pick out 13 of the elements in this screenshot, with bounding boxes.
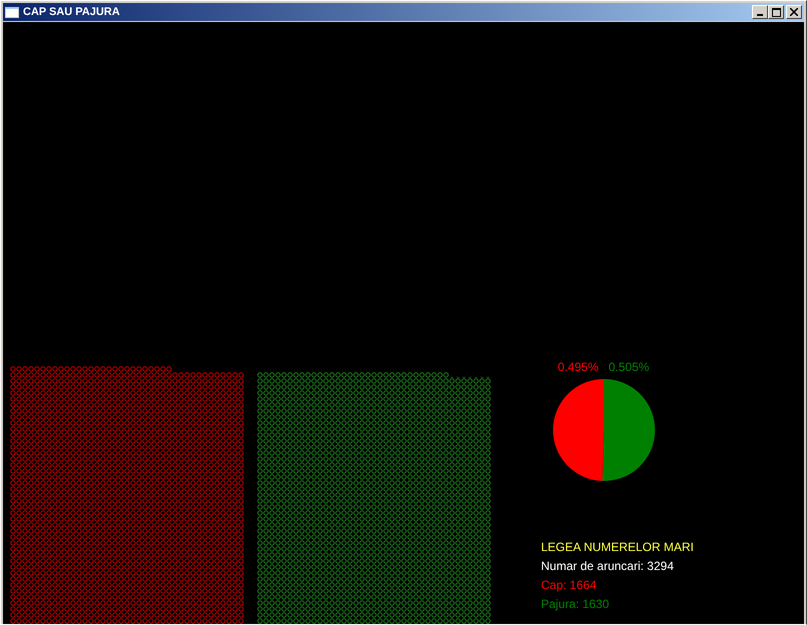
close-icon (790, 8, 798, 16)
count-text: Pajura: 1630 (541, 597, 610, 611)
close-button[interactable] (786, 5, 802, 19)
legend-title: LEGEA NUMERELOR MARI (541, 540, 694, 554)
window-title: CAP SAU PAJURA (23, 6, 121, 18)
maximize-button[interactable] (768, 5, 784, 19)
maximize-icon (772, 8, 780, 16)
count-text: Numar de aruncari: 3294 (541, 559, 675, 573)
percentage-label: 0.495% (558, 360, 598, 374)
percentage-label: 0.505% (608, 360, 650, 374)
window-icon (5, 6, 19, 18)
minimize-button[interactable] (752, 5, 768, 19)
count-text: Cap: 1664 (541, 578, 598, 592)
